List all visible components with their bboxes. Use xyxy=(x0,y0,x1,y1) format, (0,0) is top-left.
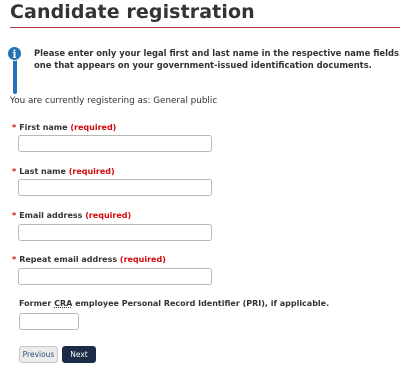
required-star: * xyxy=(12,255,17,264)
info-notice-line-1: Please enter only your legal first and l… xyxy=(34,48,400,58)
info-icon: i xyxy=(7,46,22,61)
required-star: * xyxy=(12,211,17,220)
pri-label: Former CRA employee Personal Record Iden… xyxy=(19,299,329,308)
last-name-label-text: Last name xyxy=(19,167,66,176)
last-name-input[interactable] xyxy=(18,179,212,196)
required-star: * xyxy=(12,123,17,132)
previous-button[interactable]: Previous xyxy=(19,346,58,363)
repeat-email-label: * Repeat email address (required) xyxy=(12,255,166,264)
info-notice-line-2: one that appears on your government-issu… xyxy=(34,60,372,70)
required-text: (required) xyxy=(85,211,132,220)
pri-label-suffix: employee Personal Record Identifier (PRI… xyxy=(75,299,330,308)
next-button[interactable]: Next xyxy=(62,346,96,363)
title-divider xyxy=(10,27,400,28)
required-text: (required) xyxy=(119,255,166,264)
registering-as-text: You are currently registering as: Genera… xyxy=(10,96,218,106)
pri-input[interactable] xyxy=(19,313,79,330)
repeat-email-input[interactable] xyxy=(18,268,212,285)
required-star: * xyxy=(12,167,17,176)
last-name-label: * Last name (required) xyxy=(12,167,115,176)
cra-abbreviation: CRA xyxy=(54,299,73,308)
first-name-label-text: First name xyxy=(19,123,68,132)
first-name-label: * First name (required) xyxy=(12,123,116,132)
pri-label-prefix: Former xyxy=(19,299,52,308)
email-label-text: Email address xyxy=(19,211,83,220)
email-input[interactable] xyxy=(18,224,212,241)
info-notice-text: Please enter only your legal first and l… xyxy=(34,47,400,71)
required-text: (required) xyxy=(68,167,115,176)
email-label: * Email address (required) xyxy=(12,211,131,220)
repeat-email-label-text: Repeat email address xyxy=(19,255,118,264)
page-title: Candidate registration xyxy=(10,1,255,23)
first-name-input[interactable] xyxy=(18,135,212,152)
required-text: (required) xyxy=(70,123,117,132)
